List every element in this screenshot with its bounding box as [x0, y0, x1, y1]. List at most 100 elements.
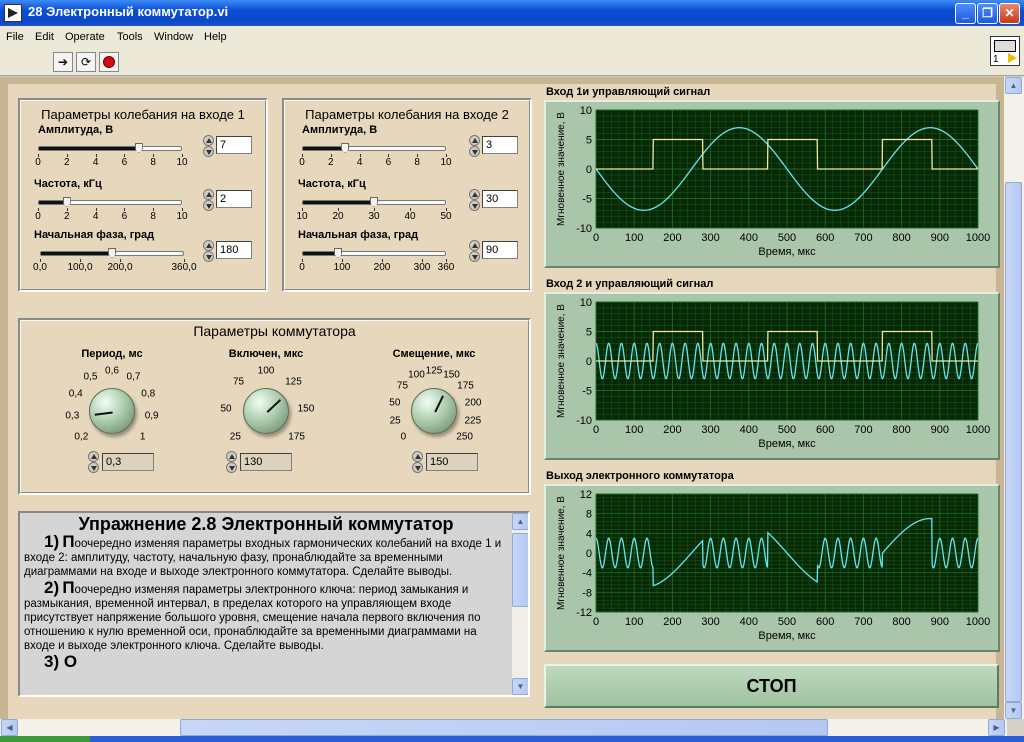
offset-scale-label: 75: [396, 380, 409, 392]
input1-phase-value[interactable]: 180: [216, 241, 252, 259]
vi-connector-icon[interactable]: 1: [990, 36, 1020, 66]
input1-frequency-slider[interactable]: [38, 197, 182, 207]
on-time-spinner[interactable]: [226, 451, 237, 473]
y-tick-label: 12: [580, 489, 592, 501]
input2-amplitude-slider[interactable]: [302, 143, 446, 153]
x-tick-label: 600: [816, 232, 834, 244]
input2-frequency-decrement-icon[interactable]: [469, 200, 480, 211]
input1-frequency-increment-icon[interactable]: [203, 189, 214, 200]
panel-scroll-up[interactable]: ▲: [1005, 77, 1022, 94]
exercise-text-box[interactable]: Упражнение 2.8 Электронный коммутатор 1)…: [18, 511, 530, 697]
panel-scroll-left[interactable]: ◀: [1, 719, 18, 736]
vi-arrow-icon: [1008, 53, 1017, 63]
menu-edit[interactable]: Edit: [35, 31, 54, 43]
menu-window[interactable]: Window: [154, 31, 193, 43]
panel-scroll-down[interactable]: ▼: [1005, 702, 1022, 719]
input2-amplitude-decrement-icon[interactable]: [469, 146, 480, 157]
input2-frequency-slider-fill: [303, 201, 374, 204]
x-tick-label: 500: [778, 616, 796, 628]
input1-frequency-value[interactable]: 2: [216, 190, 252, 208]
input2-amplitude-value[interactable]: 3: [482, 136, 518, 154]
panel-hscroll-thumb[interactable]: [180, 719, 828, 736]
input1-phase-tick-label: 200,0: [107, 262, 133, 273]
on-time-increment-icon[interactable]: [226, 451, 237, 462]
menu-file[interactable]: File: [6, 31, 24, 43]
scroll-up-button[interactable]: ▲: [512, 513, 528, 530]
period-knob[interactable]: [89, 388, 135, 434]
offset-decrement-icon[interactable]: [412, 462, 423, 473]
scroll-down-button[interactable]: ▼: [512, 678, 528, 695]
maximize-button[interactable]: ❐: [977, 3, 998, 24]
input1-amplitude-spinner[interactable]: [203, 135, 214, 157]
chart-3-svg: -12 -8 -4 0 4 8 12 0 100 200 300 400 500 600 700 800 900…: [556, 489, 990, 642]
input2-phase-decrement-icon[interactable]: [469, 251, 480, 262]
input1-amplitude-value[interactable]: 7: [216, 136, 252, 154]
input2-frequency-increment-icon[interactable]: [469, 189, 480, 200]
input2-phase-spinner[interactable]: [469, 240, 480, 262]
scroll-thumb[interactable]: [512, 533, 528, 607]
offset-pointer: [434, 395, 444, 413]
on-time-scale-label: 125: [285, 376, 302, 388]
chart-1-title: Вход 1и управляющий сигнал: [546, 86, 711, 98]
input1-amplitude-slider[interactable]: [38, 143, 182, 153]
chart-3-title: Выход электронного коммутатора: [546, 470, 734, 482]
input1-frequency-decrement-icon[interactable]: [203, 200, 214, 211]
input1-phase-increment-icon[interactable]: [203, 240, 214, 251]
input2-phase-increment-icon[interactable]: [469, 240, 480, 251]
period-scale-label: 0,8: [141, 388, 156, 400]
x-tick-label: 300: [701, 232, 719, 244]
input2-phase-slider[interactable]: [302, 248, 446, 258]
stop-button[interactable]: СТОП: [544, 664, 999, 708]
offset-value[interactable]: 150: [426, 453, 478, 471]
input2-frequency-slider[interactable]: [302, 197, 446, 207]
menu-help[interactable]: Help: [204, 31, 227, 43]
input2-frequency-spinner[interactable]: [469, 189, 480, 211]
offset-increment-icon[interactable]: [412, 451, 423, 462]
input2-frequency-value[interactable]: 30: [482, 190, 518, 208]
input2-amplitude-spinner[interactable]: [469, 135, 480, 157]
input1-amplitude-increment-icon[interactable]: [203, 135, 214, 146]
period-decrement-icon[interactable]: [88, 462, 99, 473]
period-scale-label: 0,5: [83, 371, 98, 383]
input1-frequency-spinner[interactable]: [203, 189, 214, 211]
panel-scroll-thumb[interactable]: [1005, 182, 1022, 702]
input1-phase-spinner[interactable]: [203, 240, 214, 262]
period-spinner[interactable]: [88, 451, 99, 473]
input2-phase-value[interactable]: 90: [482, 241, 518, 259]
on-time-decrement-icon[interactable]: [226, 462, 237, 473]
input1-phase-slider-fill: [41, 252, 112, 255]
commutator-title: Параметры коммутатора: [193, 323, 356, 339]
close-button[interactable]: ✕: [999, 3, 1020, 24]
x-tick-label: 200: [663, 232, 681, 244]
offset-spinner[interactable]: [412, 451, 423, 473]
input1-phase-decrement-icon[interactable]: [203, 251, 214, 262]
input2-amplitude-increment-icon[interactable]: [469, 135, 480, 146]
panel-vertical-scrollbar[interactable]: ▲ ▼: [1004, 77, 1024, 719]
menu-tools[interactable]: Tools: [117, 31, 143, 43]
chart-2-title: Вход 2 и управляющий сигнал: [546, 278, 714, 290]
text-scrollbar[interactable]: ▲ ▼: [512, 513, 528, 695]
run-arrow-icon[interactable]: ➔: [53, 52, 73, 72]
panel-horizontal-scrollbar[interactable]: ◀ ▶: [0, 719, 1007, 736]
menu-operate[interactable]: Operate: [65, 31, 105, 43]
p2-number: 2): [44, 578, 60, 597]
input2-frequency-tick-label: 50: [440, 211, 452, 222]
y-tick-label: 0: [586, 356, 592, 368]
offset-knob[interactable]: [411, 388, 457, 434]
period-increment-icon[interactable]: [88, 451, 99, 462]
minimize-button[interactable]: _: [955, 3, 976, 24]
period-value[interactable]: 0,3: [102, 453, 154, 471]
input2-phase-tick-label: 200: [373, 262, 391, 273]
x-tick-label: 1000: [966, 424, 990, 436]
run-continuously-icon[interactable]: ⟳: [76, 52, 96, 72]
on-time-knob[interactable]: [243, 388, 289, 434]
input1-phase-slider[interactable]: [40, 248, 184, 258]
on-time-value[interactable]: 130: [240, 453, 292, 471]
x-tick-label: 800: [892, 616, 910, 628]
on-time-scale-label: 75: [232, 376, 245, 388]
period-scale-label: 0,9: [144, 410, 159, 422]
panel-scroll-right[interactable]: ▶: [988, 719, 1005, 736]
input1-amplitude-decrement-icon[interactable]: [203, 146, 214, 157]
abort-icon[interactable]: [99, 52, 119, 72]
input2-amplitude-slider-fill: [303, 147, 346, 150]
